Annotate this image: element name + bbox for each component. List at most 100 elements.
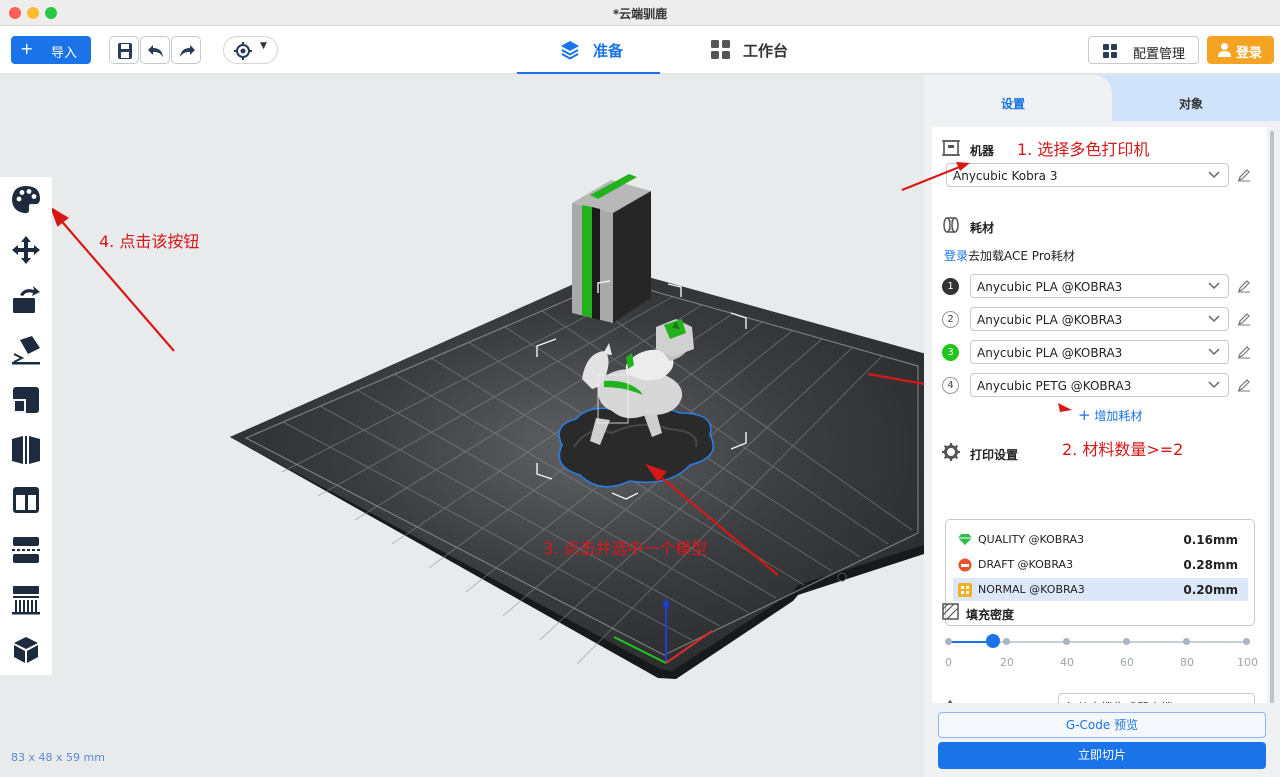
config-grid-icon — [1103, 44, 1117, 58]
chevron-down-icon — [1208, 348, 1220, 356]
scale-icon[interactable] — [10, 384, 42, 416]
model-dimensions: 83 x 48 x 59 mm — [11, 751, 105, 764]
settings-panel: 机器 Anycubic Kobra 3 耗材 登录去加载ACE Pro耗材 1 … — [932, 127, 1267, 777]
chevron-down-icon — [1208, 171, 1220, 179]
profile-draft[interactable]: DRAFT @KOBRA3 0.28mm — [953, 553, 1248, 576]
infill-tick[interactable] — [1183, 638, 1190, 645]
infill-heading-label: 填充密度 — [966, 608, 1015, 622]
tab-objects[interactable]: 对象 — [1179, 95, 1203, 112]
gear-icon — [942, 443, 960, 461]
user-icon — [1218, 43, 1231, 57]
save-button[interactable] — [109, 36, 139, 64]
move-icon[interactable] — [10, 234, 42, 266]
tab-workbench[interactable]: 工作台 — [705, 26, 815, 74]
filament-name-2: Anycubic PLA @KOBRA3 — [977, 313, 1123, 327]
undo-button[interactable] — [140, 36, 170, 64]
paint-palette-icon[interactable] — [10, 184, 42, 216]
left-toolbar — [0, 177, 52, 675]
edit-filament-3-icon[interactable] — [1237, 345, 1251, 359]
ace-login-text: 去加载ACE Pro耗材 — [968, 249, 1075, 263]
infill-tick[interactable] — [1063, 638, 1070, 645]
filament-heading-label: 耗材 — [970, 221, 995, 235]
infill-tick[interactable] — [1123, 638, 1130, 645]
profile-quality-name: QUALITY @KOBRA3 — [978, 533, 1085, 546]
profile-draft-value: 0.28mm — [1183, 558, 1238, 572]
wipe-tower[interactable] — [572, 174, 651, 323]
tab-workbench-label: 工作台 — [743, 42, 789, 60]
title-bar: *云端驯鹿 — [0, 0, 1280, 26]
normal-icon — [958, 583, 972, 597]
profile-draft-name: DRAFT @KOBRA3 — [978, 558, 1074, 571]
sidebar-scrollbar[interactable] — [1270, 131, 1274, 715]
rotate-icon[interactable] — [10, 284, 42, 316]
filament-name-1: Anycubic PLA @KOBRA3 — [977, 280, 1123, 294]
cut-icon[interactable] — [10, 534, 42, 566]
config-manage-button[interactable]: 配置管理 — [1088, 36, 1199, 64]
import-label: 导入 — [51, 46, 78, 61]
app-window: *云端驯鹿 + 导入 ▼ 准备 工作台 配置管理 登录 83 x 48 x 59… — [0, 0, 1280, 777]
chevron-down-icon — [1208, 381, 1220, 389]
crosshair-icon — [234, 42, 252, 60]
cube-icon[interactable] — [10, 634, 42, 666]
tab-prepare-label: 准备 — [593, 42, 624, 60]
window-title: *云端驯鹿 — [612, 7, 668, 21]
filament-select-4[interactable]: Anycubic PETG @KOBRA3 — [970, 373, 1229, 397]
filament-index-1: 1 — [942, 278, 959, 295]
place-on-face-icon[interactable] — [10, 334, 42, 366]
view-mode-dropdown[interactable]: ▼ — [223, 36, 278, 64]
slice-now-button[interactable]: 立即切片 — [938, 742, 1266, 769]
redo-icon — [180, 45, 195, 57]
build-plate-scene[interactable] — [0, 75, 924, 777]
support-paint-icon[interactable] — [10, 584, 42, 616]
edit-filament-1-icon[interactable] — [1237, 279, 1251, 293]
infill-tick-label: 0 — [945, 656, 952, 669]
profile-normal[interactable]: NORMAL @KOBRA3 0.20mm — [953, 578, 1248, 601]
edit-filament-4-icon[interactable] — [1237, 378, 1251, 392]
login-button[interactable]: 登录 — [1207, 36, 1274, 64]
machine-select[interactable]: Anycubic Kobra 3 — [946, 163, 1229, 187]
infill-slider-thumb[interactable] — [986, 634, 1000, 648]
mirror-icon[interactable] — [10, 434, 42, 466]
gcode-preview-button[interactable]: G-Code 预览 — [938, 712, 1266, 738]
infill-tick[interactable] — [1003, 638, 1010, 645]
edit-machine-icon[interactable] — [1237, 168, 1251, 182]
annotation-arrow-1 — [901, 162, 970, 192]
chevron-down-icon — [1208, 282, 1220, 290]
annotation-step-2: 2. 材料数量>=2 — [1062, 440, 1184, 459]
tab-prepare[interactable]: 准备 — [517, 26, 660, 74]
profile-normal-value: 0.20mm — [1183, 583, 1238, 597]
annotation-step-3: 3. 点击并选中一个模型 — [543, 539, 708, 558]
3d-viewport[interactable]: 83 x 48 x 59 mm 4. 点击该按钮 3. 点击并选中一个模型 — [0, 75, 924, 777]
filament-select-1[interactable]: Anycubic PLA @KOBRA3 — [970, 274, 1229, 298]
filament-index-2: 2 — [942, 311, 959, 328]
undo-icon — [148, 45, 163, 57]
tab-settings[interactable]: 设置 — [924, 75, 1112, 121]
grid-icon — [711, 40, 730, 59]
layers-icon — [561, 41, 579, 60]
config-manage-label: 配置管理 — [1133, 47, 1186, 62]
add-filament-label: 增加耗材 — [1094, 409, 1143, 423]
filament-name-4: Anycubic PETG @KOBRA3 — [977, 379, 1132, 393]
draft-icon — [958, 558, 972, 572]
infill-tick[interactable] — [1243, 638, 1250, 645]
edit-filament-2-icon[interactable] — [1237, 312, 1251, 326]
infill-tick[interactable] — [945, 638, 952, 645]
profile-normal-name: NORMAL @KOBRA3 — [978, 583, 1085, 596]
layout-icon[interactable] — [10, 484, 42, 516]
filament-spool-icon — [943, 217, 959, 233]
printer-icon — [942, 140, 960, 156]
chevron-down-icon — [1208, 315, 1220, 323]
import-button[interactable]: + 导入 — [11, 36, 91, 64]
filament-select-3[interactable]: Anycubic PLA @KOBRA3 — [970, 340, 1229, 364]
login-label: 登录 — [1236, 46, 1263, 61]
ace-login-link[interactable]: 登录 — [944, 249, 968, 263]
infill-tick-label: 80 — [1180, 656, 1194, 669]
redo-button[interactable] — [171, 36, 201, 64]
profile-quality-value: 0.16mm — [1183, 533, 1238, 547]
filament-name-3: Anycubic PLA @KOBRA3 — [977, 346, 1123, 360]
infill-tick-label: 60 — [1120, 656, 1134, 669]
annotation-step-1: 1. 选择多色打印机 — [1017, 140, 1150, 159]
filament-index-4: 4 — [942, 377, 959, 394]
profile-quality[interactable]: QUALITY @KOBRA3 0.16mm — [953, 528, 1248, 551]
filament-select-2[interactable]: Anycubic PLA @KOBRA3 — [970, 307, 1229, 331]
